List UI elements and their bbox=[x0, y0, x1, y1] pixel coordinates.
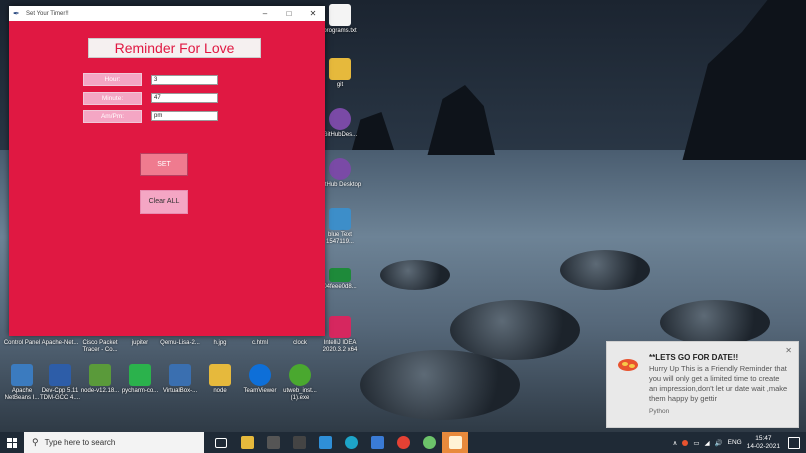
desktop-label-apache-net[interactable]: Apache-Net... bbox=[38, 340, 82, 347]
ampm-input[interactable]: pm bbox=[151, 111, 218, 121]
notification-toast[interactable]: **LETS GO FOR DATE!! Hurry Up This is a … bbox=[606, 341, 799, 428]
timer-window: ✒ Set Your Timer!! – □ ✕ Reminder For Lo… bbox=[9, 6, 325, 336]
virtualbox-icon bbox=[169, 364, 191, 386]
taskbar-file-explorer[interactable] bbox=[234, 432, 260, 453]
taskbar-store[interactable] bbox=[286, 432, 312, 453]
set-button[interactable]: SET bbox=[140, 153, 188, 176]
desktop-label-qemu[interactable]: Qemu-Lisa-2... bbox=[158, 340, 202, 347]
notification-app-icon bbox=[618, 359, 638, 371]
devcpp-icon bbox=[49, 364, 71, 386]
notepad-icon bbox=[448, 436, 462, 449]
rock bbox=[380, 260, 450, 290]
image-icon bbox=[329, 268, 351, 282]
node-installer-icon bbox=[89, 364, 111, 386]
folder-icon bbox=[329, 58, 351, 80]
desktop-icon-virtualbox[interactable]: VirtualBox-... bbox=[158, 364, 202, 395]
volume-icon[interactable]: 🔊 bbox=[715, 439, 723, 447]
taskbar: ⚲ Type here to search ∧ ▭ ◢ 🔊 ENG 15:47 … bbox=[0, 432, 806, 453]
desktop-label-clock[interactable]: clock bbox=[278, 340, 322, 347]
battery-icon[interactable]: ▭ bbox=[693, 439, 699, 447]
search-icon: ⚲ bbox=[32, 437, 39, 447]
intellij-icon bbox=[329, 316, 351, 338]
close-button[interactable]: ✕ bbox=[301, 9, 325, 18]
folder-icon bbox=[209, 364, 231, 386]
language-indicator[interactable]: ENG bbox=[728, 439, 742, 446]
desktop-icon-teamviewer[interactable]: TeamViewer bbox=[238, 364, 282, 395]
app-heading: Reminder For Love bbox=[88, 38, 261, 58]
github-icon bbox=[329, 108, 351, 130]
action-center-icon[interactable] bbox=[788, 437, 800, 449]
rock bbox=[660, 300, 770, 345]
taskbar-mail[interactable] bbox=[364, 432, 390, 453]
taskbar-chrome[interactable] bbox=[390, 432, 416, 453]
taskbar-notepad[interactable] bbox=[442, 432, 468, 453]
taskbar-vscode[interactable] bbox=[312, 432, 338, 453]
pycharm-icon bbox=[129, 364, 151, 386]
mail-icon bbox=[370, 436, 384, 449]
desktop-icon-devcpp[interactable]: Dev-Cpp 5.11 TDM-GCC 4.... bbox=[38, 364, 82, 402]
chrome-icon bbox=[396, 436, 410, 449]
window-title: Set Your Timer!! bbox=[26, 10, 69, 17]
tk-feather-icon: ✒ bbox=[13, 8, 20, 18]
netbeans-icon bbox=[11, 364, 33, 386]
taskbar-python[interactable] bbox=[416, 432, 442, 453]
github-desktop-icon bbox=[329, 158, 351, 180]
search-placeholder: Type here to search bbox=[44, 438, 116, 447]
minimize-button[interactable]: – bbox=[253, 9, 277, 18]
text-file-icon bbox=[329, 4, 351, 26]
taskbar-app-grid[interactable] bbox=[260, 432, 286, 453]
file-explorer-icon bbox=[240, 436, 254, 449]
cliff bbox=[682, 0, 806, 160]
tray-app-icon[interactable] bbox=[682, 439, 689, 446]
desktop-icon-node-installer[interactable]: node-v12.18... bbox=[78, 364, 122, 395]
start-button[interactable] bbox=[0, 432, 24, 453]
desktop-label-cisco[interactable]: Cisco Packet Tracer - Co... bbox=[78, 340, 122, 354]
teamviewer-icon bbox=[249, 364, 271, 386]
edge-icon bbox=[344, 436, 358, 449]
ampm-label: Am/Pm: bbox=[83, 110, 142, 123]
utorrent-icon bbox=[289, 364, 311, 386]
installer-icon bbox=[329, 208, 351, 230]
maximize-button[interactable]: □ bbox=[277, 9, 301, 18]
notification-close-icon[interactable]: ✕ bbox=[785, 346, 792, 355]
rock bbox=[560, 250, 650, 290]
taskbar-edge[interactable] bbox=[338, 432, 364, 453]
clock-date: 14-02-2021 bbox=[746, 442, 780, 450]
desktop-icon-utweb[interactable]: utweb_inst... (1).exe bbox=[278, 364, 322, 402]
windows-logo-icon bbox=[7, 437, 17, 448]
task-view-button[interactable] bbox=[208, 432, 234, 453]
desktop-icon-pycharm[interactable]: pycharm-co... bbox=[118, 364, 162, 395]
minute-input[interactable]: 47 bbox=[151, 93, 218, 103]
window-titlebar[interactable]: ✒ Set Your Timer!! – □ ✕ bbox=[9, 6, 325, 21]
clock[interactable]: 15:47 14-02-2021 bbox=[747, 435, 780, 451]
vscode-icon bbox=[318, 436, 332, 449]
app-grid-icon bbox=[266, 436, 280, 449]
minute-label: Minute: bbox=[83, 92, 142, 105]
desktop-label-jupiter[interactable]: jupiter bbox=[118, 340, 162, 347]
python-icon bbox=[422, 436, 436, 449]
chevron-up-icon[interactable]: ∧ bbox=[673, 439, 678, 447]
hour-input[interactable]: 3 bbox=[151, 75, 218, 85]
task-view-icon bbox=[215, 437, 227, 448]
system-tray: ∧ ▭ ◢ 🔊 ENG 15:47 14-02-2021 bbox=[673, 432, 780, 453]
notification-app-name: Python bbox=[649, 408, 670, 415]
hour-label: Hour: bbox=[83, 73, 142, 86]
rock bbox=[450, 300, 580, 360]
rock-stack bbox=[427, 85, 495, 155]
network-icon[interactable]: ◢ bbox=[705, 439, 710, 447]
notification-body: Hurry Up This is a Friendly Reminder tha… bbox=[649, 364, 788, 403]
desktop-label-chtml[interactable]: c.html bbox=[238, 340, 282, 347]
rock bbox=[360, 350, 520, 420]
desktop-icon-node[interactable]: node bbox=[198, 364, 242, 395]
clear-all-button[interactable]: Clear ALL bbox=[140, 190, 188, 214]
notification-title: **LETS GO FOR DATE!! bbox=[649, 353, 739, 362]
desktop-label-hjpg[interactable]: h.jpg bbox=[198, 340, 242, 347]
taskbar-search[interactable]: ⚲ Type here to search bbox=[24, 432, 204, 453]
clock-time: 15:47 bbox=[755, 434, 772, 442]
store-icon bbox=[292, 436, 306, 449]
